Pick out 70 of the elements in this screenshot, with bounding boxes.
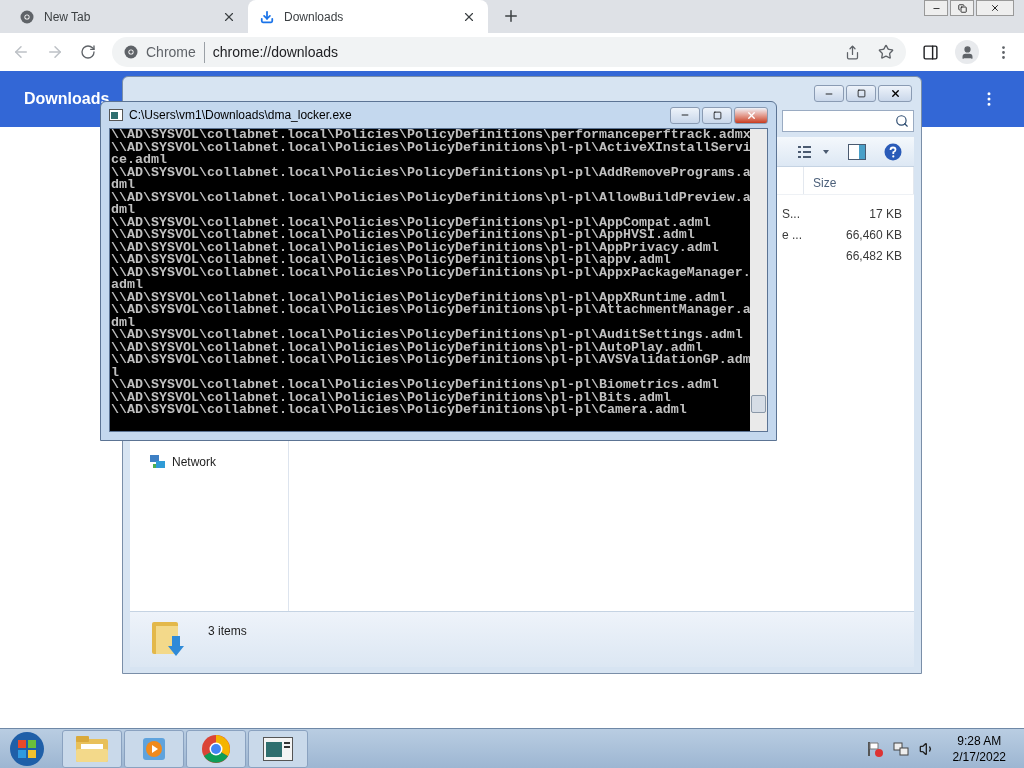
close-button[interactable]	[878, 85, 912, 102]
console-line: \\AD\SYSVOL\collabnet.local\Policies\PolicyDefinitions\pl-pl\AllowBuildPreview.adml	[111, 191, 750, 217]
restore-icon	[957, 3, 967, 13]
maximize-button[interactable]	[702, 106, 732, 124]
star-icon[interactable]	[878, 44, 894, 60]
network-icon	[150, 455, 166, 469]
browser-tab[interactable]: Downloads	[248, 0, 488, 33]
console-line: \\AD\SYSVOL\collabnet.local\Policies\PolicyDefinitions\pl-pl\AppxPackageManager.adml	[111, 266, 750, 292]
address-bar[interactable]: Chrome chrome://downloads	[112, 37, 906, 67]
download-icon	[260, 9, 274, 24]
taskbar-app[interactable]	[248, 729, 308, 768]
minimize-button[interactable]	[924, 0, 948, 16]
column-header[interactable]: Size	[803, 167, 914, 194]
play-icon	[141, 735, 167, 762]
nav-item[interactable]: Network	[150, 453, 288, 471]
file-name: S...	[782, 205, 801, 223]
console-line: \\AD\SYSVOL\collabnet.local\Policies\PolicyDefinitions\pl-pl\Biometrics.adml	[111, 379, 720, 392]
console-line: \\AD\SYSVOL\collabnet.local\Policies\PolicyDefinitions\pl-pl\AppXRuntime.adml	[111, 291, 727, 304]
flag-icon[interactable]	[866, 740, 883, 757]
preview-pane-icon[interactable]	[848, 143, 866, 160]
window-title: C:\Users\vm1\Downloads\dma_locker.exe	[129, 107, 352, 124]
console-line: \\AD\SYSVOL\collabnet.local\Policies\PolicyDefinitions\pl-pl\Bits.adml	[111, 391, 671, 404]
console-line: \\AD\SYSVOL\collabnet.local\Policies\PolicyDefinitions\pl-pl\AppCompat.adml	[111, 216, 712, 229]
console-line: \\AD\SYSVOL\collabnet.local\Policies\PolicyDefinitions\pl-pl\ActiveXInstallService.adml	[111, 141, 750, 167]
console-line: \\AD\SYSVOL\collabnet.local\Policies\PolicyDefinitions\pl-pl\AVSValidationGP.adml	[111, 354, 750, 379]
browser-tab[interactable]: New Tab	[8, 0, 248, 33]
console-line: \\AD\SYSVOL\collabnet.local\Policies\PolicyDefinitions\pl-pl\Camera.adml	[111, 404, 688, 417]
console-line: \\AD\SYSVOL\collabnet.local\Policies\PolicyDefinitions\pl-pl\AutoPlay.adml	[111, 341, 703, 354]
view-options-icon[interactable]	[798, 144, 830, 159]
item-count: 3 items	[208, 623, 247, 640]
scrollbar[interactable]	[750, 129, 767, 431]
maximize-icon	[856, 89, 866, 98]
console-line: \\AD\SYSVOL\collabnet.local\Policies\PolicyDefinitions\pl-pl\AppPrivacy.adml	[111, 241, 720, 254]
console-line: \\AD\SYSVOL\collabnet.local\Policies\PolicyDefinitions\pl-pl\AttachmentManager.adml	[111, 304, 750, 329]
share-icon[interactable]	[845, 44, 860, 60]
file-name: e ...	[782, 226, 803, 244]
side-panel-icon[interactable]	[922, 43, 939, 61]
close-icon	[990, 3, 1000, 13]
minimize-button[interactable]	[814, 85, 844, 102]
file-size: 66,460 KB	[844, 226, 903, 244]
console-line: \\AD\SYSVOL\collabnet.local\Policies\PolicyDefinitions\pl-pl\appv.adml	[111, 254, 671, 267]
minimize-button[interactable]	[670, 106, 700, 124]
new-tab-icon[interactable]	[502, 7, 520, 25]
console-line: \\AD\SYSVOL\collabnet.local\Policies\PolicyDefinitions\pl-pl\AuditSettings.adml	[111, 329, 744, 342]
url-text: chrome://downloads	[212, 42, 340, 62]
file-size: 66,482 KB	[844, 247, 903, 265]
maximize-icon	[712, 110, 722, 120]
search-icon	[895, 114, 909, 128]
network-icon[interactable]	[892, 740, 909, 757]
site-label: Chrome	[146, 41, 205, 63]
console-line: \\AD\SYSVOL\collabnet.local\Policies\PolicyDefinitions\pl-pl\AddRemovePrograms.adml	[111, 166, 750, 192]
chrome-icon	[124, 45, 138, 59]
console-icon	[109, 109, 123, 121]
chrome-icon	[20, 9, 34, 24]
restore-button[interactable]	[950, 0, 974, 16]
reload-icon[interactable]	[80, 44, 96, 60]
console-line: \\AD\SYSVOL\collabnet.local\Policies\PolicyDefinitions\pl-pl\AppHVSI.adml	[111, 229, 695, 242]
folder-icon	[75, 734, 109, 763]
file-size: 17 KB	[868, 205, 903, 223]
clock[interactable]: 9:28 AM 2/17/2022	[952, 732, 1006, 765]
search-field[interactable]	[782, 110, 914, 132]
help-icon[interactable]	[884, 142, 902, 161]
close-icon	[889, 88, 901, 99]
window-icon	[263, 736, 293, 761]
close-icon	[745, 109, 757, 121]
taskbar-app[interactable]	[186, 729, 246, 768]
profile-avatar[interactable]	[955, 40, 979, 64]
chrome-icon	[201, 733, 231, 764]
maximize-button[interactable]	[846, 85, 876, 102]
page-title: Downloads	[24, 89, 110, 109]
